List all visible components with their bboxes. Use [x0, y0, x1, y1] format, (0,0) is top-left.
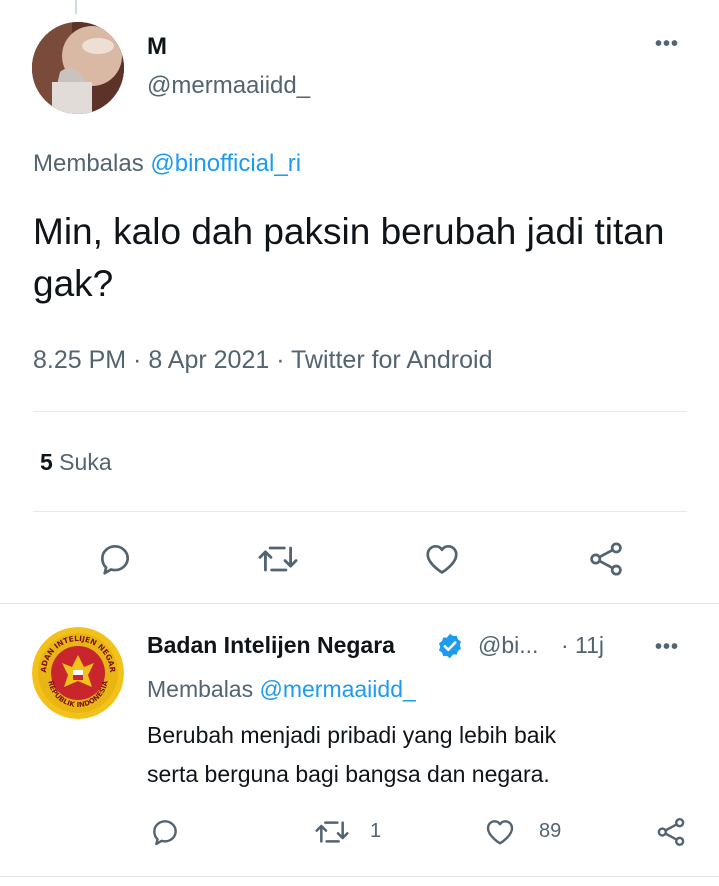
author-handle[interactable]: @mermaaiidd_ — [147, 72, 310, 100]
share-icon[interactable] — [586, 540, 626, 578]
replying-to-link[interactable]: @mermaaiidd_ — [259, 676, 415, 702]
likes-stat[interactable]: 5 Suka — [40, 449, 112, 476]
reply-text-line: Berubah menjadi pribadi yang lebih baik — [147, 722, 557, 748]
tweet-timestamp[interactable]: 8.25 PM · 8 Apr 2021 · Twitter for Andro… — [33, 346, 493, 375]
reply-time[interactable]: · 11j — [561, 632, 604, 659]
author-name[interactable]: M — [147, 33, 167, 61]
replying-prefix: Membalas — [147, 676, 260, 702]
tweet-separator — [0, 876, 719, 877]
verified-badge-icon — [439, 633, 461, 659]
retweet-icon[interactable] — [256, 540, 300, 578]
reply-text-line: serta berguna bagi bangsa dan negara. — [147, 761, 550, 787]
reply-icon[interactable] — [96, 540, 134, 578]
replying-to-link[interactable]: @binofficial_ri — [150, 150, 301, 177]
retweet-icon[interactable] — [313, 816, 351, 848]
bin-logo-icon: BADAN INTELIJEN NEGARA REPUBLIK INDONESI… — [32, 627, 124, 719]
tweet-separator — [0, 603, 719, 604]
likes-count: 5 — [40, 449, 53, 475]
more-icon[interactable]: ••• — [655, 636, 679, 659]
likes-label: Suka — [52, 449, 112, 475]
divider — [33, 411, 687, 412]
replying-prefix: Membalas — [33, 150, 151, 177]
retweet-count: 1 — [370, 820, 382, 842]
more-icon[interactable]: ••• — [655, 33, 679, 56]
reply-author-name[interactable]: Badan Intelijen Negara — [147, 632, 395, 659]
tweet-text: Min, kalo dah paksin berubah jadi titan … — [33, 211, 665, 304]
avatar-photo — [32, 22, 124, 114]
replying-to: Membalas @binofficial_ri — [33, 150, 301, 178]
share-icon[interactable] — [654, 816, 688, 848]
avatar[interactable] — [32, 22, 124, 114]
avatar-bin-logo[interactable]: BADAN INTELIJEN NEGARA REPUBLIK INDONESI… — [32, 627, 124, 719]
like-icon[interactable] — [483, 816, 517, 848]
divider — [33, 511, 687, 512]
like-count: 89 — [539, 820, 562, 842]
like-icon[interactable] — [422, 540, 462, 578]
reply-text: Berubah menjadi pribadi yang lebih baik … — [147, 716, 687, 794]
reply-author-handle[interactable]: @bi... — [478, 632, 538, 659]
thread-connector-line — [75, 0, 77, 14]
reply-replying-to: Membalas @mermaaiidd_ — [147, 676, 416, 703]
reply-icon[interactable] — [149, 816, 181, 848]
